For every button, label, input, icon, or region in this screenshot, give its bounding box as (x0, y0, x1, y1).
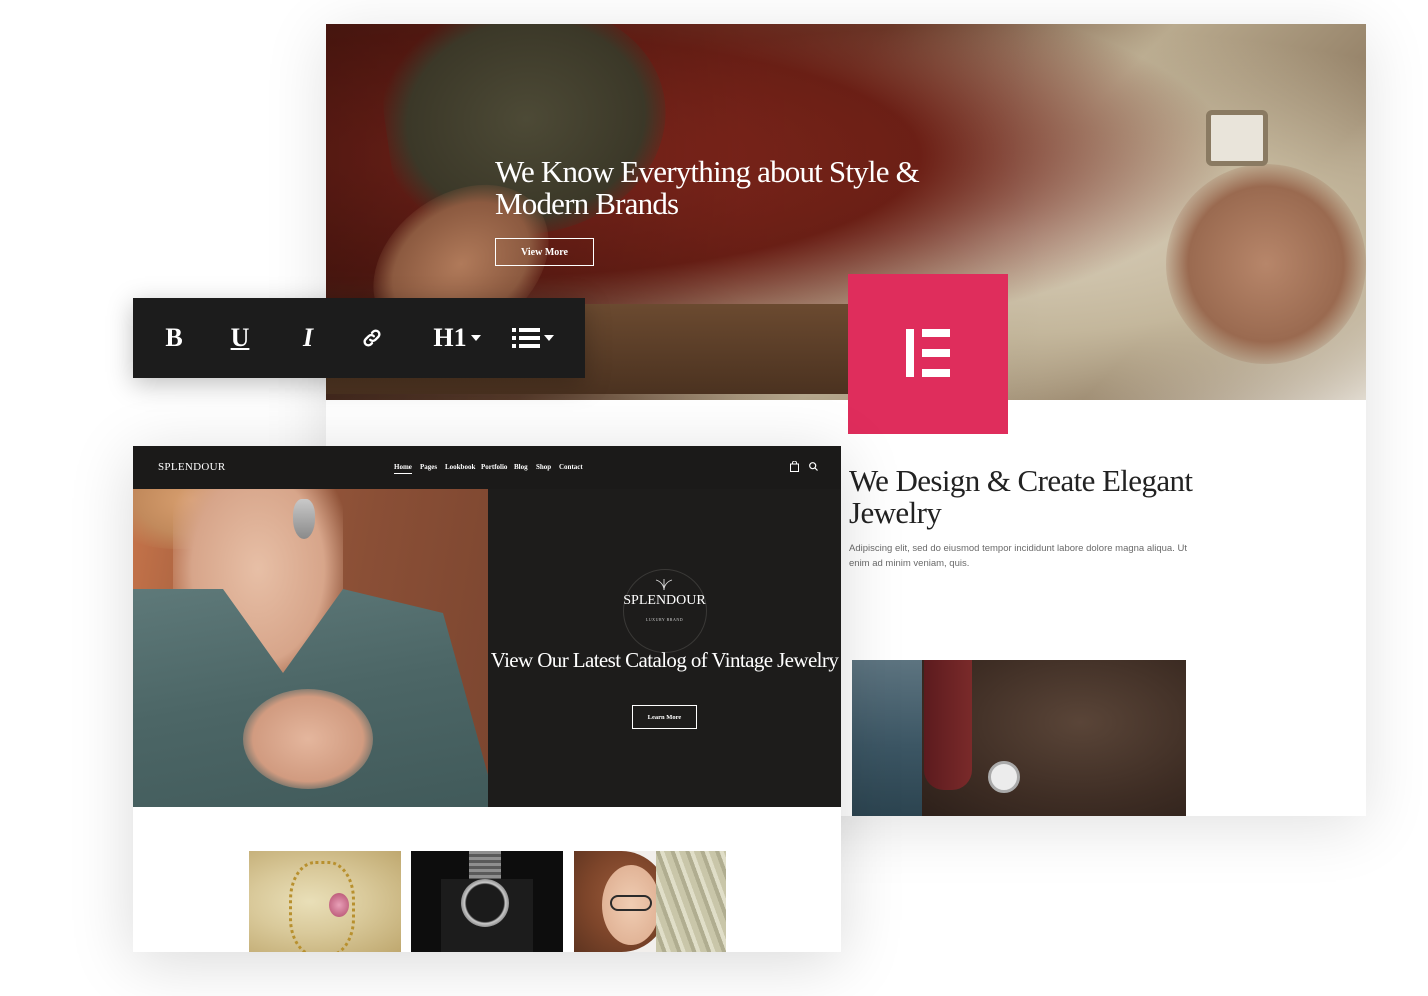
watch-thumbnail[interactable] (411, 851, 563, 952)
hero-title: We Know Everything about Style & Modern … (495, 154, 920, 221)
nav-link-shop[interactable]: Shop (536, 463, 551, 471)
heading-label: H1 (433, 323, 467, 352)
link-button[interactable] (357, 298, 387, 378)
glasses-image (610, 895, 652, 911)
section-text: Adipiscing elit, sed do eiusmod tempor i… (849, 543, 1187, 569)
nav-link-portfolio[interactable]: Portfolio (481, 463, 507, 471)
nav-link-lookbook[interactable]: Lookbook (445, 463, 475, 471)
heading-dropdown[interactable]: H1 (429, 298, 485, 378)
link-icon (363, 329, 381, 347)
search-icon[interactable] (809, 462, 818, 471)
learn-more-button[interactable]: Learn More (632, 705, 697, 729)
section-title: We Design & Create Elegant Jewelry (849, 463, 1193, 530)
text-format-toolbar: B U I H1 (133, 298, 585, 378)
hero-panel: SPLENDOUR LUXURY BRAND View Our Latest C… (488, 489, 841, 807)
nav-link-pages[interactable]: Pages (420, 463, 437, 471)
brand-name: SPLENDOUR (623, 593, 706, 608)
site-logo[interactable]: SPLENDOUR (158, 461, 226, 473)
earring-image (293, 499, 315, 539)
nav-link-blog[interactable]: Blog (514, 463, 528, 471)
list-dropdown[interactable] (507, 298, 559, 378)
wrist-watch-image (988, 761, 1020, 793)
view-more-button[interactable]: View More (495, 238, 594, 266)
hero-title: View Our Latest Catalog of Vintage Jewel… (490, 648, 839, 672)
underline-button[interactable]: U (225, 298, 255, 378)
portrait-thumbnail[interactable] (574, 851, 726, 952)
elementor-e-icon (906, 329, 914, 377)
watch-photo (852, 660, 1186, 816)
jewelry-thumbnail[interactable] (249, 851, 401, 952)
elementor-logo (848, 274, 1008, 434)
site-header: SPLENDOUR Home Pages Lookbook Portfolio … (133, 446, 841, 489)
bold-button[interactable]: B (159, 298, 189, 378)
list-icon (512, 328, 540, 348)
shopping-bag-icon[interactable] (790, 461, 799, 472)
leaf-icon (655, 579, 673, 591)
model-photo (133, 489, 488, 807)
caret-down-icon (470, 335, 481, 341)
watch-image (1206, 110, 1268, 166)
italic-button[interactable]: I (293, 298, 323, 378)
nav-link-home[interactable]: Home (394, 463, 412, 474)
nav-link-contact[interactable]: Contact (559, 463, 583, 471)
front-page-preview: SPLENDOUR Home Pages Lookbook Portfolio … (133, 446, 841, 952)
caret-down-icon (544, 335, 554, 341)
brand-subtitle: LUXURY BRAND (645, 617, 684, 622)
